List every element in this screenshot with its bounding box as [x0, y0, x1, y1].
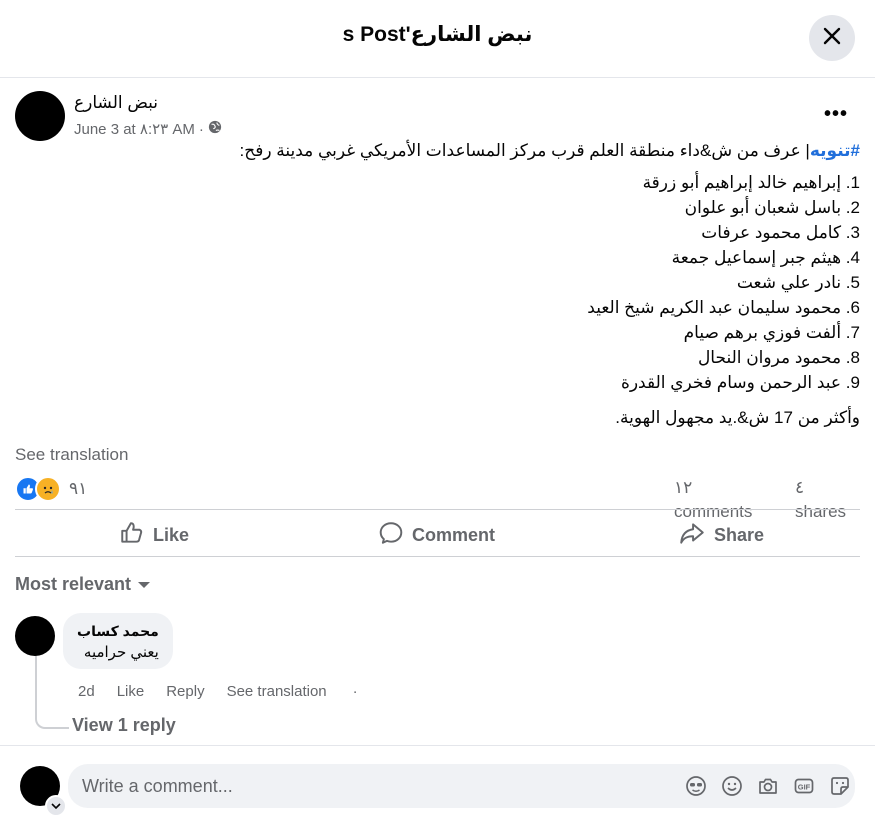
comment-author[interactable]: محمد كساب — [77, 623, 159, 640]
gif-icon[interactable]: GIF — [793, 775, 815, 797]
reaction-count: ٩١ — [69, 479, 88, 498]
post-meta: June 3 at ٨:٢٣ AM · — [74, 120, 222, 138]
comment-dot: · — [352, 683, 358, 700]
emoji-icon[interactable] — [721, 775, 743, 797]
post-body: #تنويه| عرف من ش&داء منطقة العلم قرب مرك… — [15, 138, 861, 430]
chevron-down-icon[interactable] — [45, 795, 67, 817]
more-options-button[interactable]: ••• — [824, 103, 848, 126]
close-button[interactable] — [809, 15, 855, 61]
sticker-icon[interactable] — [829, 775, 851, 797]
like-button[interactable]: Like — [119, 516, 189, 554]
list-item: 4. هيثم جبر إسماعيل جمعة — [671, 248, 860, 267]
avatar-sticker-icon[interactable] — [685, 775, 707, 797]
more-icon: ••• — [823, 103, 848, 125]
globe-icon — [208, 120, 222, 138]
list-item: 2. باسل شعبان أبو علوان — [684, 198, 860, 217]
comment-like-button[interactable]: Like — [117, 683, 145, 700]
list-item: 8. محمود مروان النحال — [697, 348, 860, 367]
comment-input[interactable] — [82, 764, 662, 808]
comment-sort-dropdown[interactable]: Most relevant — [15, 574, 151, 595]
see-translation-link[interactable]: See translation — [15, 445, 128, 465]
comment-label: Comment — [412, 524, 496, 545]
comment-reply-button[interactable]: Reply — [166, 683, 204, 700]
list-item: 6. محمود سليمان عبد الكريم شيخ العيد — [587, 298, 860, 317]
post-closing: وأكثر من 17 ش&.يد مجهول الهوية. — [615, 408, 860, 427]
svg-text:GIF: GIF — [798, 783, 811, 792]
comment-time[interactable]: 2d — [78, 683, 95, 700]
composer-icons: GIF — [685, 775, 851, 797]
comment-bubble: محمد كساب يعني حراميه — [63, 613, 173, 669]
divider — [15, 509, 860, 510]
share-label: Share — [714, 524, 765, 545]
caret-down-icon — [137, 574, 151, 595]
comment-actions: 2d Like Reply See translation · — [78, 683, 358, 700]
list-item: 7. ألفت فوزي برهم صيام — [683, 323, 860, 342]
meta-separator: · — [198, 120, 204, 138]
comment-text: يعني حراميه — [83, 644, 159, 661]
post-intro-text: | عرف من ش&داء منطقة العلم قرب مركز المس… — [239, 141, 810, 160]
shares-count[interactable]: ٤ shares — [795, 476, 846, 524]
post-author[interactable]: نبض الشارع — [74, 93, 158, 113]
like-label: Like — [153, 524, 190, 545]
list-item: 3. كامل محمود عرفات — [701, 223, 860, 242]
post-timestamp[interactable]: June 3 at ٨:٢٣ AM — [74, 120, 195, 138]
hashtag-link[interactable]: #تنويه — [810, 141, 860, 160]
dialog-title: s Post'نبض الشارع — [342, 23, 533, 46]
share-button[interactable]: Share — [678, 516, 764, 554]
list-item: 9. عبد الرحمن وسام فخري القدرة — [620, 373, 860, 392]
close-icon — [822, 26, 842, 51]
commenter-avatar[interactable] — [15, 616, 55, 656]
list-item: 1. إبراهيم خالد إبراهيم أبو زرقة — [642, 173, 860, 192]
shares-count-label: shares — [795, 502, 847, 521]
comment-see-translation[interactable]: See translation — [227, 683, 327, 700]
names-list: 1. إبراهيم خالد إبراهيم أبو زرقة 2. باسل… — [15, 170, 860, 395]
thread-line — [35, 655, 69, 729]
share-icon — [678, 520, 706, 551]
list-item: 5. نادر علي شعت — [736, 273, 860, 292]
divider — [15, 556, 860, 557]
author-avatar[interactable] — [15, 91, 65, 141]
comments-count-number: ١٢ — [674, 478, 693, 497]
post-intro: #تنويه| عرف من ش&داء منطقة العلم قرب مرك… — [15, 138, 861, 163]
divider — [0, 745, 875, 746]
thumbs-up-icon — [119, 520, 145, 551]
reactions-summary[interactable]: ٩١ — [15, 476, 87, 502]
view-replies-link[interactable]: View 1 reply — [72, 715, 176, 736]
camera-icon[interactable] — [757, 775, 779, 797]
shares-count-number: ٤ — [795, 478, 805, 497]
comment-icon — [378, 520, 404, 551]
sort-label: Most relevant — [15, 574, 132, 594]
sad-reaction-icon — [35, 476, 61, 502]
comment-button[interactable]: Comment — [378, 516, 495, 554]
